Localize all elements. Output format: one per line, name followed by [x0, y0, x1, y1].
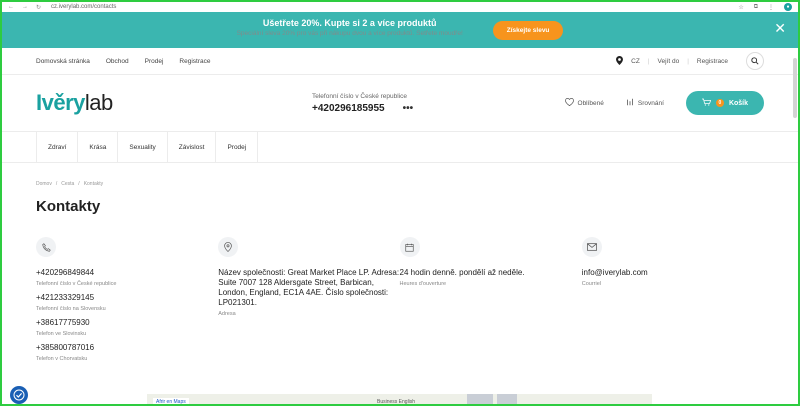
logo-main: Ivěry [36, 90, 85, 115]
more-phones-button[interactable]: ••• [403, 103, 414, 114]
phone-number-hr[interactable]: +385800787016 [36, 343, 218, 353]
top-link-home[interactable]: Domovská stránka [36, 58, 90, 65]
phone-label-hr: Telefon v Chorvatsku [36, 356, 88, 362]
browser-toolbar: ← → ↻ cz.iverylab.com/contacts ☆ ⧉ ⋮ ● [2, 2, 798, 12]
logo-suffix: lab [84, 90, 113, 115]
compare-icon [626, 98, 634, 108]
accessibility-button[interactable] [10, 386, 28, 404]
phone-number-row: +420296185955 ••• [312, 103, 512, 114]
breadcrumb-current: Kontakty [83, 181, 104, 187]
top-links-bar: Domovská stránka Obchod Prodej Registrac… [2, 48, 798, 75]
phone-number-si[interactable]: +38617775930 [36, 318, 218, 328]
divider: | [687, 57, 689, 65]
contact-phones: +420296849844 Telefonní číslo v České re… [36, 237, 218, 368]
breadcrumb: Domov / Cesta / Kontakty [36, 181, 764, 187]
extensions-icon[interactable]: ⧉ [754, 4, 758, 11]
site-logo[interactable]: Ivěrylab [36, 90, 286, 116]
phone-label-si: Telefon ve Slovinsku [36, 331, 87, 337]
top-links: Domovská stránka Obchod Prodej Registrac… [36, 58, 616, 65]
contacts-grid: +420296849844 Telefonní číslo v České re… [36, 237, 764, 368]
phone-label: Telefonní číslo v České republice [312, 92, 408, 100]
cart-label: Košík [728, 99, 748, 107]
search-button[interactable] [746, 52, 764, 70]
address-bar[interactable]: cz.iverylab.com/contacts [51, 4, 738, 10]
breadcrumb-path[interactable]: Cesta [61, 181, 74, 187]
promo-banner: Ušetřete 20%. Kupte si 2 a více produktů… [2, 12, 798, 48]
browser-actions: ☆ ⧉ ⋮ ● [738, 3, 792, 11]
register-link[interactable]: Registrace [697, 58, 728, 65]
phone-icon [36, 237, 56, 257]
header-actions: Oblíbené Srovnání 0 Košík [512, 91, 764, 115]
email-label: Courriel [581, 281, 602, 287]
main-content: Domov / Cesta / Kontakty Kontakty ↖ +420… [2, 181, 798, 368]
map-building [497, 394, 517, 404]
map-embed[interactable]: Afrir en Maps Business English [147, 394, 652, 405]
country-selector[interactable]: CZ [631, 58, 640, 65]
cart-icon [701, 98, 712, 108]
cart-count-badge: 0 [715, 99, 724, 107]
category-addiction[interactable]: Závislost [168, 132, 217, 162]
login-link[interactable]: Vejít do [658, 58, 680, 65]
contact-hours: 24 hodin denně. pondělí až neděle. Heure… [399, 237, 582, 368]
header-phone: Telefonní číslo v České republice +42029… [312, 93, 512, 114]
top-actions: CZ | Vejít do | Registrace [616, 52, 764, 70]
category-nav: Zdraví Krása Sexuality Závislost Prodej [2, 132, 798, 163]
page-scrollbar[interactable] [793, 58, 797, 118]
breadcrumb-home[interactable]: Domov [36, 181, 52, 187]
phone-label-cz: Telefonní číslo v České republice [36, 281, 117, 287]
page-frame: ← → ↻ cz.iverylab.com/contacts ☆ ⧉ ⋮ ● U… [0, 0, 800, 406]
contact-address: Název společnosti: Great Market Place LP… [218, 237, 399, 368]
favorites-label: Oblíbené [577, 99, 604, 107]
breadcrumb-separator: / [78, 181, 80, 187]
profile-avatar[interactable]: ● [784, 3, 792, 11]
promo-title: Ušetřete 20%. Kupte si 2 a více produktů [262, 17, 437, 28]
close-icon[interactable]: ✕ [774, 21, 786, 35]
calendar-icon [399, 237, 420, 257]
menu-icon[interactable]: ⋮ [768, 4, 774, 11]
phone-number[interactable]: +420296185955 [312, 103, 385, 114]
get-discount-button[interactable]: Získejte slevu [492, 20, 564, 40]
browser-nav: ← → ↻ [8, 4, 41, 11]
top-link-register[interactable]: Registrace [179, 58, 210, 65]
address-text: Název společnosti: Great Market Place LP… [218, 268, 400, 307]
compare-label: Srovnání [637, 99, 664, 107]
back-icon[interactable]: ← [8, 4, 14, 11]
address-label: Adresa [218, 311, 236, 317]
mail-icon [581, 237, 602, 257]
promo-subtitle: Speciální sleva 20% pro vás při nákupu d… [236, 29, 463, 37]
top-link-sale[interactable]: Prodej [145, 58, 164, 65]
divider: | [647, 57, 650, 65]
phone-number-cz[interactable]: +420296849844 [36, 268, 218, 278]
map-place-label: Business English [377, 399, 416, 405]
forward-icon[interactable]: → [22, 4, 28, 11]
site-header: Ivěrylab Telefonní číslo v České republi… [2, 75, 798, 132]
star-icon[interactable]: ☆ [738, 4, 743, 11]
category-beauty[interactable]: Krása [78, 132, 119, 162]
phone-label-sk: Telefonní číslo na Slovensku [36, 306, 106, 312]
search-icon [751, 57, 759, 65]
promo-text: Ušetřete 20%. Kupte si 2 a více produktů… [237, 18, 463, 43]
reload-icon[interactable]: ↻ [36, 4, 41, 11]
open-in-maps-link[interactable]: Afrir en Maps [153, 398, 189, 404]
top-link-shop[interactable]: Obchod [106, 58, 129, 65]
category-sale[interactable]: Prodej [216, 132, 259, 162]
location-pin-icon [218, 237, 239, 257]
hours-label: Heures d'ouverture [399, 281, 447, 287]
category-sexuality[interactable]: Sexuality [118, 132, 168, 162]
map-building [467, 394, 493, 404]
favorites-link[interactable]: Oblíbené [564, 97, 604, 108]
email-address[interactable]: info@iverylab.com [582, 268, 764, 278]
breadcrumb-separator: / [55, 181, 58, 187]
compare-link[interactable]: Srovnání [626, 98, 664, 108]
page-title: Kontakty [36, 198, 101, 215]
location-icon [616, 55, 624, 67]
contact-email: info@iverylab.com Courriel [581, 237, 764, 368]
phone-number-sk[interactable]: +421233329145 [36, 293, 218, 303]
cart-button[interactable]: 0 Košík [685, 91, 764, 115]
category-health[interactable]: Zdraví [36, 132, 79, 162]
hours-text: 24 hodin denně. pondělí až neděle. [399, 268, 525, 277]
accessibility-icon [13, 389, 25, 401]
heart-icon [564, 97, 574, 108]
